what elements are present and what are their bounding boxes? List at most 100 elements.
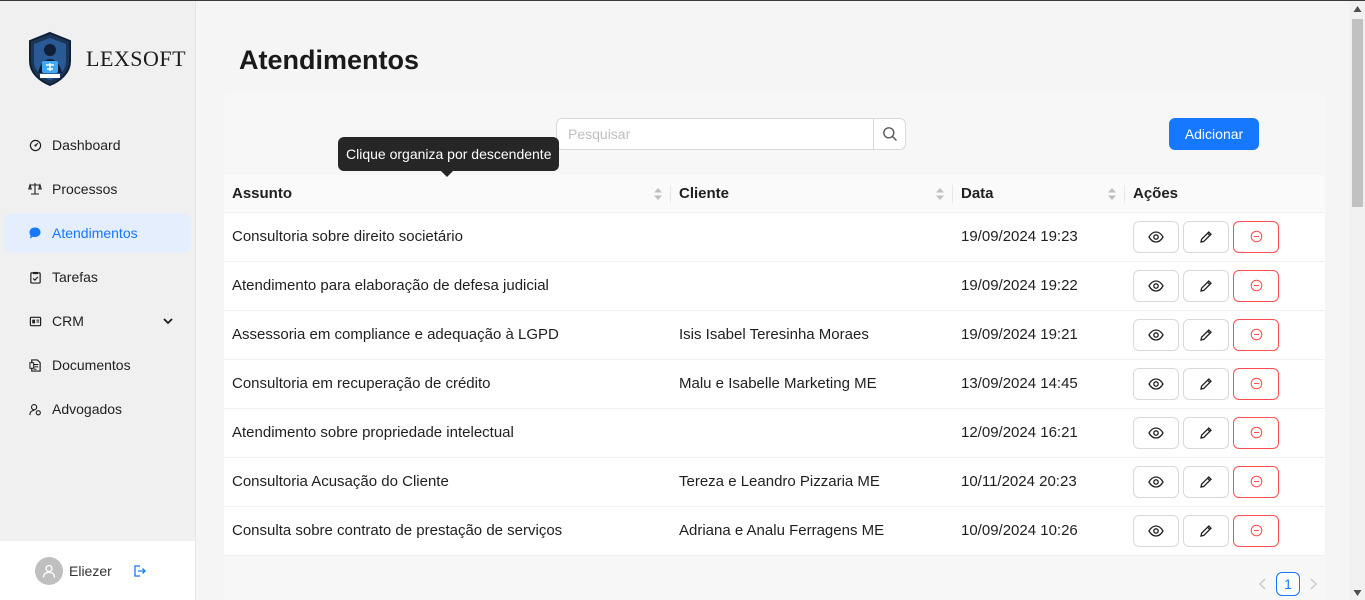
brand-logo[interactable]: LEXSOFT	[26, 31, 186, 87]
delete-button[interactable]	[1233, 220, 1279, 253]
table-header-row: Assunto Cliente Data Ações	[224, 175, 1325, 213]
table-row[interactable]: Consultoria sobre direito societário 19/0…	[224, 212, 1325, 262]
logout-icon[interactable]	[132, 564, 146, 578]
sidebar-item-dashboard[interactable]: Dashboard	[4, 125, 191, 165]
search-icon	[882, 127, 897, 142]
minus-circle-icon	[1250, 377, 1262, 390]
table-row[interactable]: Consultoria em recuperação de crédito Mal…	[224, 359, 1325, 409]
eye-icon	[1148, 426, 1164, 439]
cell-acoes	[1125, 506, 1325, 556]
sidebar-item-crm[interactable]: CRM	[4, 301, 191, 341]
sidebar-item-label: Atendimentos	[52, 225, 138, 241]
eye-icon	[1148, 377, 1164, 390]
scroll-down-arrow-icon[interactable]	[1353, 589, 1362, 597]
edit-button[interactable]	[1183, 416, 1229, 449]
view-button[interactable]	[1133, 465, 1179, 498]
page-number[interactable]: 1	[1276, 572, 1300, 596]
delete-button[interactable]	[1233, 367, 1279, 400]
view-button[interactable]	[1133, 269, 1179, 302]
sort-tooltip: Clique organiza por descendente	[338, 137, 560, 177]
avatar[interactable]	[35, 557, 63, 585]
sidebar-item-label: CRM	[52, 313, 84, 329]
eye-icon	[1148, 279, 1164, 292]
cell-data: 19/09/2024 19:21	[953, 310, 1125, 360]
cell-cliente: Adriana e Analu Ferragens ME	[671, 506, 953, 556]
pencil-icon	[1200, 230, 1212, 243]
row-actions	[1133, 465, 1317, 498]
edit-button[interactable]	[1183, 465, 1229, 498]
pencil-icon	[1200, 524, 1212, 537]
table-row[interactable]: Atendimento para elaboração de defesa ju…	[224, 261, 1325, 311]
cell-assunto: Atendimento para elaboração de defesa ju…	[224, 261, 671, 311]
scale-icon	[28, 182, 42, 196]
view-button[interactable]	[1133, 318, 1179, 351]
shield-logo-icon	[29, 31, 71, 87]
scroll-thumb[interactable]	[1352, 19, 1363, 207]
pencil-icon	[1200, 475, 1212, 488]
page-title: Atendimentos	[239, 45, 420, 75]
table-row[interactable]: Consultoria Acusação do Cliente Tereza e …	[224, 457, 1325, 507]
delete-button[interactable]	[1233, 269, 1279, 302]
lawyer-icon	[28, 402, 42, 416]
view-button[interactable]	[1133, 220, 1179, 253]
pencil-icon	[1200, 279, 1212, 292]
table-body: Consultoria sobre direito societário 19/0…	[224, 212, 1325, 556]
cell-cliente	[671, 261, 953, 311]
cell-cliente: Tereza e Leandro Pizzaria ME	[671, 457, 953, 507]
edit-button[interactable]	[1183, 514, 1229, 547]
chevron-down-icon[interactable]	[161, 314, 175, 328]
sidebar-item-advogados[interactable]: Advogados	[4, 389, 191, 429]
edit-button[interactable]	[1183, 269, 1229, 302]
edit-button[interactable]	[1183, 318, 1229, 351]
delete-button[interactable]	[1233, 416, 1279, 449]
view-button[interactable]	[1133, 416, 1179, 449]
user-name: Eliezer	[69, 563, 112, 579]
eye-icon	[1148, 524, 1164, 537]
column-header-assunto[interactable]: Assunto	[224, 175, 671, 213]
sidebar-item-label: Tarefas	[52, 269, 98, 285]
next-page-button[interactable]	[1306, 577, 1320, 591]
search-input[interactable]	[556, 118, 875, 150]
sidebar-item-processos[interactable]: Processos	[4, 169, 191, 209]
cell-assunto: Consultoria sobre direito societário	[224, 212, 671, 262]
view-button[interactable]	[1133, 514, 1179, 547]
cell-assunto: Consultoria Acusação do Cliente	[224, 457, 671, 507]
sidebar-item-documentos[interactable]: Documentos	[4, 345, 191, 385]
add-button[interactable]: Adicionar	[1169, 118, 1259, 150]
sidebar-item-tarefas[interactable]: Tarefas	[4, 257, 191, 297]
edit-button[interactable]	[1183, 367, 1229, 400]
sidebar-item-label: Advogados	[52, 401, 123, 417]
content-card: Adicionar Assunto Cliente D	[224, 93, 1325, 600]
view-button[interactable]	[1133, 367, 1179, 400]
sidebar-item-atendimentos[interactable]: Atendimentos	[4, 213, 191, 253]
eye-icon	[1148, 475, 1164, 488]
prev-page-button[interactable]	[1256, 577, 1270, 591]
minus-circle-icon	[1250, 475, 1262, 488]
eye-icon	[1148, 328, 1164, 341]
document-icon	[28, 358, 42, 372]
sort-icon[interactable]	[653, 186, 663, 202]
table-row[interactable]: Consulta sobre contrato de prestação de …	[224, 506, 1325, 556]
row-actions	[1133, 269, 1317, 302]
edit-button[interactable]	[1183, 220, 1229, 253]
cell-data: 19/09/2024 19:23	[953, 212, 1125, 262]
chevron-right-icon	[1310, 578, 1317, 590]
scroll-up-arrow-icon[interactable]	[1353, 5, 1362, 13]
sort-icon[interactable]	[935, 186, 945, 202]
dashboard-icon	[28, 138, 42, 152]
search-button[interactable]	[874, 118, 906, 150]
delete-button[interactable]	[1233, 318, 1279, 351]
cell-data: 13/09/2024 14:45	[953, 359, 1125, 409]
delete-button[interactable]	[1233, 465, 1279, 498]
page-scrollbar[interactable]	[1350, 1, 1365, 600]
chevron-left-icon	[1259, 578, 1266, 590]
delete-button[interactable]	[1233, 514, 1279, 547]
table-row[interactable]: Atendimento sobre propriedade intelectua…	[224, 408, 1325, 458]
cell-assunto: Consultoria em recuperação de crédito	[224, 359, 671, 409]
column-header-cliente[interactable]: Cliente	[671, 175, 953, 213]
minus-circle-icon	[1250, 328, 1262, 341]
cell-data: 12/09/2024 16:21	[953, 408, 1125, 458]
column-header-data[interactable]: Data	[953, 175, 1125, 213]
sort-icon[interactable]	[1107, 186, 1117, 202]
table-row[interactable]: Assessoria em compliance e adequação à L…	[224, 310, 1325, 360]
